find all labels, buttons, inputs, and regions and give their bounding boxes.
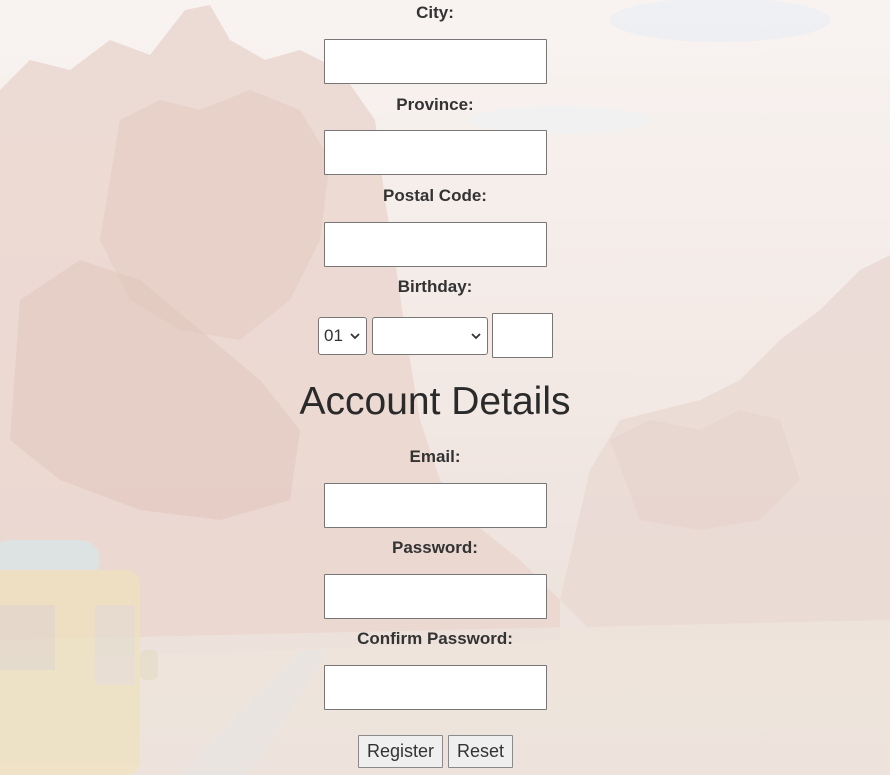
password-input[interactable] (324, 574, 547, 619)
register-button[interactable]: Register (358, 735, 443, 768)
email-label: Email: (409, 447, 461, 466)
registration-form: City: Province: Postal Code: Birthday: 0… (0, 0, 890, 775)
chevron-down-icon (471, 333, 481, 340)
birthday-month-select[interactable] (372, 317, 488, 355)
postal-code-label: Postal Code: (383, 186, 487, 205)
chevron-down-icon (350, 333, 360, 340)
postal-code-input[interactable] (324, 222, 547, 267)
confirm-password-input[interactable] (324, 665, 547, 710)
password-label: Password: (392, 538, 478, 557)
birthday-day-value: 01 (324, 326, 343, 345)
confirm-password-label: Confirm Password: (357, 629, 513, 648)
birthday-day-select[interactable]: 01 (318, 317, 367, 355)
city-input[interactable] (324, 39, 547, 84)
birthday-label: Birthday: (397, 277, 473, 296)
reset-button[interactable]: Reset (448, 735, 513, 768)
province-input[interactable] (324, 130, 547, 175)
birthday-year-input[interactable] (492, 313, 553, 358)
city-label: City: (416, 3, 454, 22)
account-details-heading: Account Details (299, 380, 571, 423)
email-input[interactable] (324, 483, 547, 528)
province-label: Province: (396, 95, 474, 114)
